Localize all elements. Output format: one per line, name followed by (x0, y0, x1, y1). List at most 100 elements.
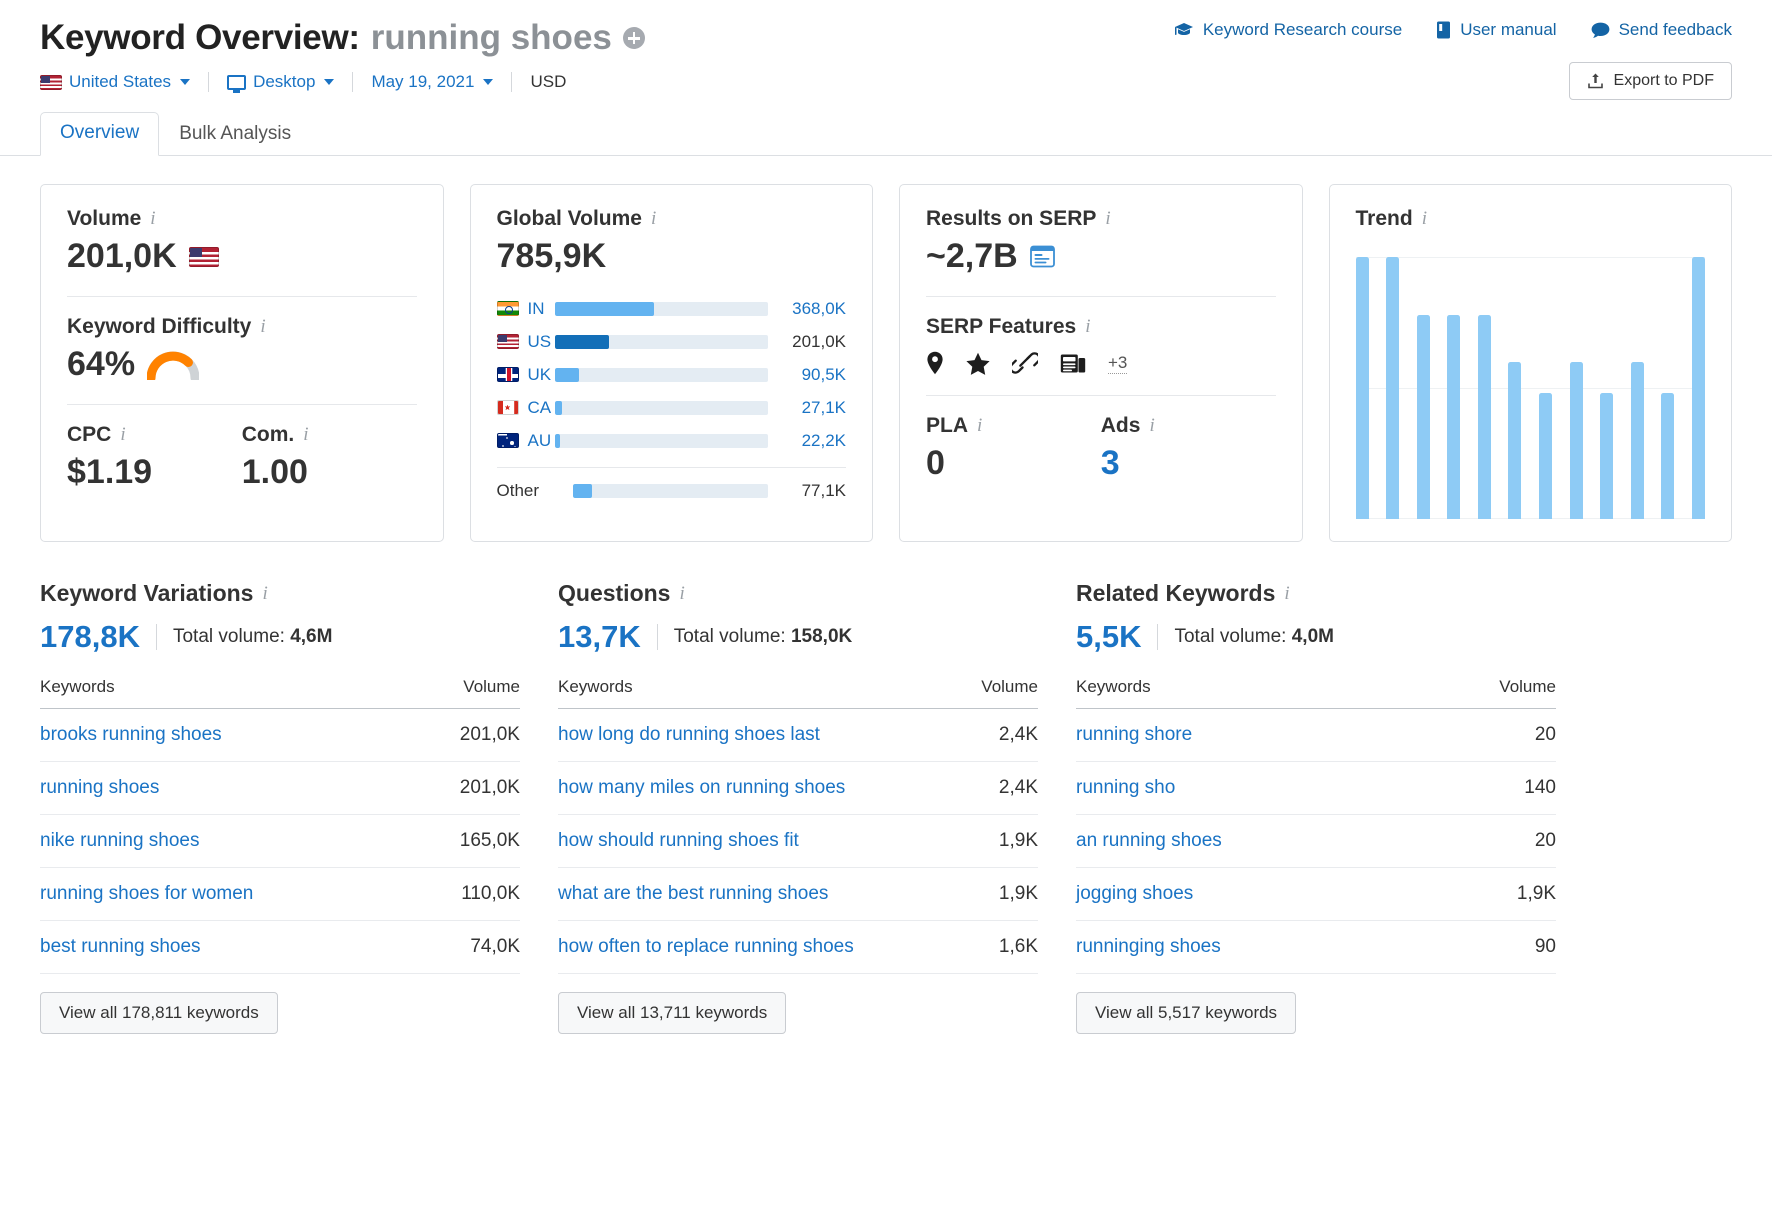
plus-circle-icon[interactable] (622, 27, 645, 49)
trend-bar[interactable] (1386, 257, 1400, 519)
map-pin-icon[interactable] (926, 351, 944, 375)
date-filter[interactable]: May 19, 2021 (371, 72, 494, 92)
country-filter[interactable]: United States (40, 72, 191, 92)
trend-bar[interactable] (1691, 257, 1705, 519)
info-icon[interactable]: i (1149, 415, 1154, 437)
divider (926, 395, 1276, 396)
keyword-link[interactable]: how should running shoes fit (558, 814, 961, 868)
trend-bar[interactable] (1416, 314, 1430, 519)
country-volume-row[interactable]: US 201,0K (496, 325, 846, 358)
send-feedback-link[interactable]: Send feedback (1591, 20, 1732, 40)
link-icon[interactable] (1012, 352, 1038, 374)
section-heading: Related Keywords i (1076, 580, 1290, 606)
star-icon[interactable] (966, 352, 990, 375)
tab-overview[interactable]: Overview (40, 112, 160, 156)
country-volume-row[interactable]: AU 22,2K (496, 424, 846, 457)
column-header-keywords[interactable]: Keywords (1076, 677, 1422, 709)
keyword-link[interactable]: how many miles on running shoes (558, 761, 961, 815)
trend-bar[interactable] (1508, 361, 1522, 519)
country-code[interactable]: US (496, 332, 555, 352)
trend-bar[interactable] (1447, 314, 1461, 519)
view-all-button[interactable]: View all 178,811 keywords (40, 992, 278, 1034)
keyword-table: Keywords Volume running shore 20 running sho… (1076, 677, 1556, 974)
info-icon[interactable]: i (651, 208, 656, 230)
trend-bar[interactable] (1569, 361, 1583, 519)
country-volume-value[interactable]: 27,1K (768, 398, 846, 418)
country-volume-value[interactable]: 368,0K (768, 299, 846, 319)
pla-value: 0 (926, 444, 945, 482)
trend-chart[interactable] (1355, 257, 1705, 519)
keyword-link[interactable]: running sho (1076, 761, 1422, 815)
info-icon[interactable]: i (1284, 583, 1289, 605)
ads-value[interactable]: 3 (1101, 444, 1276, 483)
keyword-link[interactable]: an running shoes (1076, 814, 1422, 868)
keyword-link[interactable]: best running shoes (40, 920, 415, 974)
info-icon[interactable]: i (303, 424, 308, 446)
keyword-volume: 74,0K (414, 920, 520, 974)
keyword-link[interactable]: running shore (1076, 708, 1422, 762)
country-code[interactable]: IN (496, 299, 555, 319)
results-on-serp-value: ~2,7B (926, 237, 1018, 275)
keyword-link[interactable]: brooks running shoes (40, 708, 415, 762)
global-volume-label: Global Volume i (496, 207, 657, 230)
keyword-link[interactable]: nike running shoes (40, 814, 415, 868)
country-volume-value[interactable]: 90,5K (768, 365, 846, 385)
country-volume-value[interactable]: 22,2K (768, 431, 846, 451)
device-filter[interactable]: Desktop (227, 72, 335, 93)
trend-bar[interactable] (1600, 393, 1614, 519)
column-header-volume[interactable]: Volume (1421, 677, 1556, 709)
trend-bar[interactable] (1538, 393, 1552, 519)
date-filter-label: May 19, 2021 (371, 72, 475, 91)
keyword-count[interactable]: 5,5K (1076, 619, 1141, 655)
info-icon[interactable]: i (260, 316, 265, 338)
view-all-button[interactable]: View all 5,517 keywords (1076, 992, 1297, 1034)
keyword-link[interactable]: runninging shoes (1076, 920, 1422, 974)
keyword-count[interactable]: 13,7K (558, 619, 641, 655)
column-header-volume[interactable]: Volume (414, 677, 520, 709)
keyword-research-course-link[interactable]: Keyword Research course (1174, 20, 1402, 40)
keyword-link[interactable]: jogging shoes (1076, 867, 1422, 921)
country-volume-row[interactable]: CA 27,1K (496, 391, 846, 424)
results-on-serp-value-row: ~2,7B (926, 237, 1276, 276)
info-icon[interactable]: i (679, 583, 684, 605)
trend-bar[interactable] (1661, 393, 1675, 519)
info-icon[interactable]: i (262, 583, 267, 605)
country-volume-row[interactable]: IN 368,0K (496, 292, 846, 325)
keyword-link[interactable]: how often to replace running shoes (558, 920, 961, 974)
info-icon[interactable]: i (1105, 208, 1110, 230)
view-all-button[interactable]: View all 13,711 keywords (558, 992, 787, 1034)
info-icon[interactable]: i (150, 208, 155, 230)
table-row: jogging shoes 1,9K (1076, 867, 1556, 921)
country-code[interactable]: CA (496, 398, 555, 418)
user-manual-link[interactable]: User manual (1436, 20, 1557, 40)
info-icon[interactable]: i (1422, 208, 1427, 230)
column-header-keywords[interactable]: Keywords (40, 677, 415, 709)
keyword-link[interactable]: how long do running shoes last (558, 708, 961, 762)
keyword-count[interactable]: 178,8K (40, 619, 140, 655)
tab-bulk-analysis[interactable]: Bulk Analysis (159, 113, 311, 156)
serp-features-more[interactable]: +3 (1108, 353, 1128, 374)
section-stats: 178,8K Total volume: 4,6M (40, 619, 520, 655)
divider (208, 72, 210, 92)
info-icon[interactable]: i (977, 415, 982, 437)
country-volume-row[interactable]: UK 90,5K (496, 358, 846, 391)
total-volume: Total volume: 4,0M (1174, 626, 1334, 647)
trend-bar[interactable] (1630, 361, 1644, 519)
export-to-pdf-button[interactable]: Export to PDF (1568, 62, 1732, 100)
country-code[interactable]: UK (496, 365, 555, 385)
country-code[interactable]: AU (496, 431, 555, 451)
column-header-volume[interactable]: Volume (960, 677, 1038, 709)
info-icon[interactable]: i (1085, 316, 1090, 338)
info-icon[interactable]: i (120, 424, 125, 446)
trend-bar[interactable] (1477, 314, 1491, 519)
column-header-keywords[interactable]: Keywords (558, 677, 961, 709)
news-icon[interactable] (1060, 352, 1086, 374)
page-title-prefix: Keyword Overview: (40, 18, 360, 57)
trend-bar[interactable] (1355, 257, 1369, 519)
keyword-link[interactable]: running shoes for women (40, 867, 415, 921)
keyword-link[interactable]: running shoes (40, 761, 415, 815)
keyword-table-column: Keyword Variations i 178,8K Total volume: 4… (40, 580, 520, 1034)
tab-bar: Overview Bulk Analysis (0, 112, 1772, 156)
serp-snippet-icon[interactable] (1029, 245, 1055, 268)
keyword-link[interactable]: what are the best running shoes (558, 867, 961, 921)
